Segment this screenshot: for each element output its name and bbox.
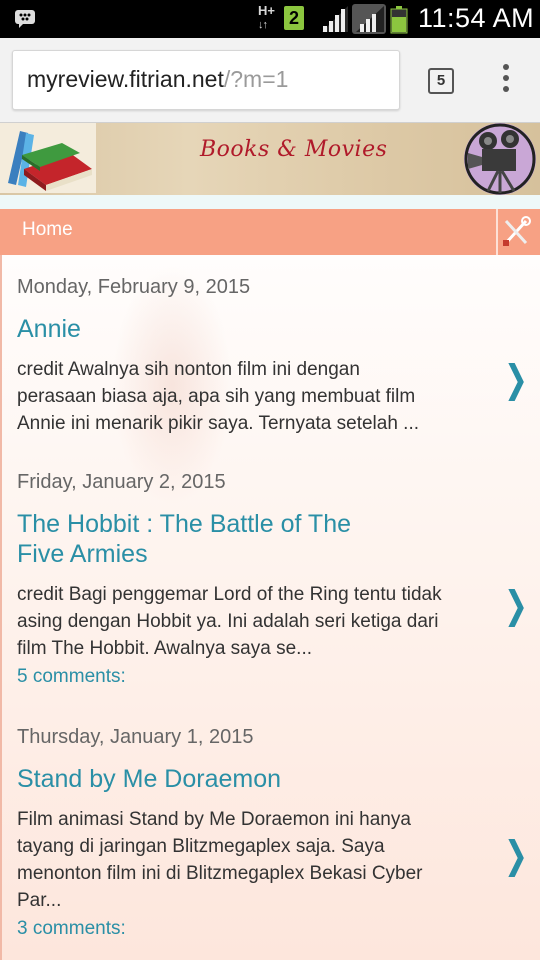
books-icon bbox=[0, 123, 96, 193]
blog-title: Books & Movies bbox=[200, 137, 388, 162]
post-snippet-line: tayang di jaringan Blitzmegaplex saja. S… bbox=[17, 836, 385, 857]
network-type: H+ bbox=[258, 3, 275, 18]
post-snippet-line: Film animasi Stand by Me Doraemon ini ha… bbox=[17, 809, 411, 830]
chevron-right-icon[interactable]: ❯ bbox=[504, 583, 528, 627]
tabs-icon[interactable]: 5 bbox=[428, 68, 454, 94]
post-list: Monday, February 9, 2015 Annie credit Aw… bbox=[0, 255, 540, 960]
web-page: Books & Movies Home Monday, February 9, … bbox=[0, 123, 540, 960]
post-date: Thursday, January 1, 2015 bbox=[17, 726, 254, 748]
post-date: Monday, February 9, 2015 bbox=[17, 276, 251, 298]
blog-header[interactable]: Books & Movies bbox=[0, 123, 540, 195]
post-snippet-line: asing dengan Hobbit ya. Ini adalah seri … bbox=[17, 611, 439, 632]
camera-icon bbox=[464, 123, 536, 195]
post-snippet-line: Annie ini menarik pikir saya. Ternyata s… bbox=[17, 413, 420, 434]
post-snippet-line: Par... bbox=[17, 890, 62, 911]
post-snippet-line: film The Hobbit. Awalnya saya se... bbox=[17, 638, 313, 659]
post-title-line[interactable]: Stand by Me Doraemon bbox=[17, 764, 497, 794]
post-date: Friday, January 2, 2015 bbox=[17, 471, 226, 493]
signal-icon bbox=[322, 6, 348, 32]
post-snippet: credit Awalnya sih nonton film ini denga… bbox=[17, 356, 497, 437]
url-path: /?m=1 bbox=[223, 66, 289, 92]
browser-toolbar: myreview.fitrian.net/?m=1 5 bbox=[0, 38, 540, 123]
notification-badge: 2 bbox=[284, 6, 304, 30]
post-snippet-line: credit Awalnya sih nonton film ini denga… bbox=[17, 359, 360, 380]
data-transfer-icon: H+ ↓↑ bbox=[258, 3, 275, 32]
bbm-icon bbox=[15, 10, 35, 28]
battery-icon bbox=[390, 6, 408, 34]
chevron-right-icon[interactable]: ❯ bbox=[504, 833, 528, 877]
post-snippet: Film animasi Stand by Me Doraemon ini ha… bbox=[17, 806, 497, 914]
clock: 11:54 AM bbox=[418, 3, 535, 33]
post-title-line[interactable]: Five Armies bbox=[17, 539, 497, 569]
url-host: myreview.fitrian.net bbox=[27, 66, 224, 92]
post-title[interactable]: Stand by Me Doraemon bbox=[17, 764, 497, 794]
status-bar: H+ ↓↑ 2 11:54 AM bbox=[0, 0, 540, 38]
post-title[interactable]: Annie bbox=[17, 314, 497, 344]
post-item[interactable]: Thursday, January 1, 2015 Stand by Me Do… bbox=[17, 726, 497, 940]
header-stripe bbox=[0, 195, 540, 209]
signal-icon bbox=[352, 4, 386, 34]
post-title[interactable]: The Hobbit : The Battle of The Five Armi… bbox=[17, 509, 497, 569]
chevron-right-icon[interactable]: ❯ bbox=[504, 357, 528, 401]
post-snippet-line: credit Bagi penggemar Lord of the Ring t… bbox=[17, 584, 442, 605]
nav-home-link[interactable]: Home bbox=[22, 219, 73, 241]
post-comments-link[interactable]: 5 comments: bbox=[17, 666, 497, 688]
post-comments-link[interactable]: 3 comments: bbox=[17, 918, 497, 940]
nav-divider bbox=[496, 209, 498, 255]
post-item[interactable]: Monday, February 9, 2015 Annie credit Aw… bbox=[17, 276, 497, 437]
url-text[interactable]: myreview.fitrian.net/?m=1 bbox=[27, 66, 288, 93]
post-snippet: credit Bagi penggemar Lord of the Ring t… bbox=[17, 581, 497, 662]
overflow-menu-icon[interactable] bbox=[496, 64, 516, 98]
nav-bar: Home bbox=[0, 209, 540, 255]
tools-icon[interactable] bbox=[500, 215, 532, 249]
post-item[interactable]: Friday, January 2, 2015 The Hobbit : The… bbox=[17, 471, 497, 688]
post-title-line[interactable]: The Hobbit : The Battle of The bbox=[17, 509, 497, 539]
post-title-line[interactable]: Annie bbox=[17, 314, 497, 344]
post-snippet-line: menonton film ini di Blitzmegaplex Bekas… bbox=[17, 863, 423, 884]
address-bar[interactable]: myreview.fitrian.net/?m=1 bbox=[12, 50, 400, 110]
post-snippet-line: perasaan biasa aja, apa sih yang membuat… bbox=[17, 386, 416, 407]
